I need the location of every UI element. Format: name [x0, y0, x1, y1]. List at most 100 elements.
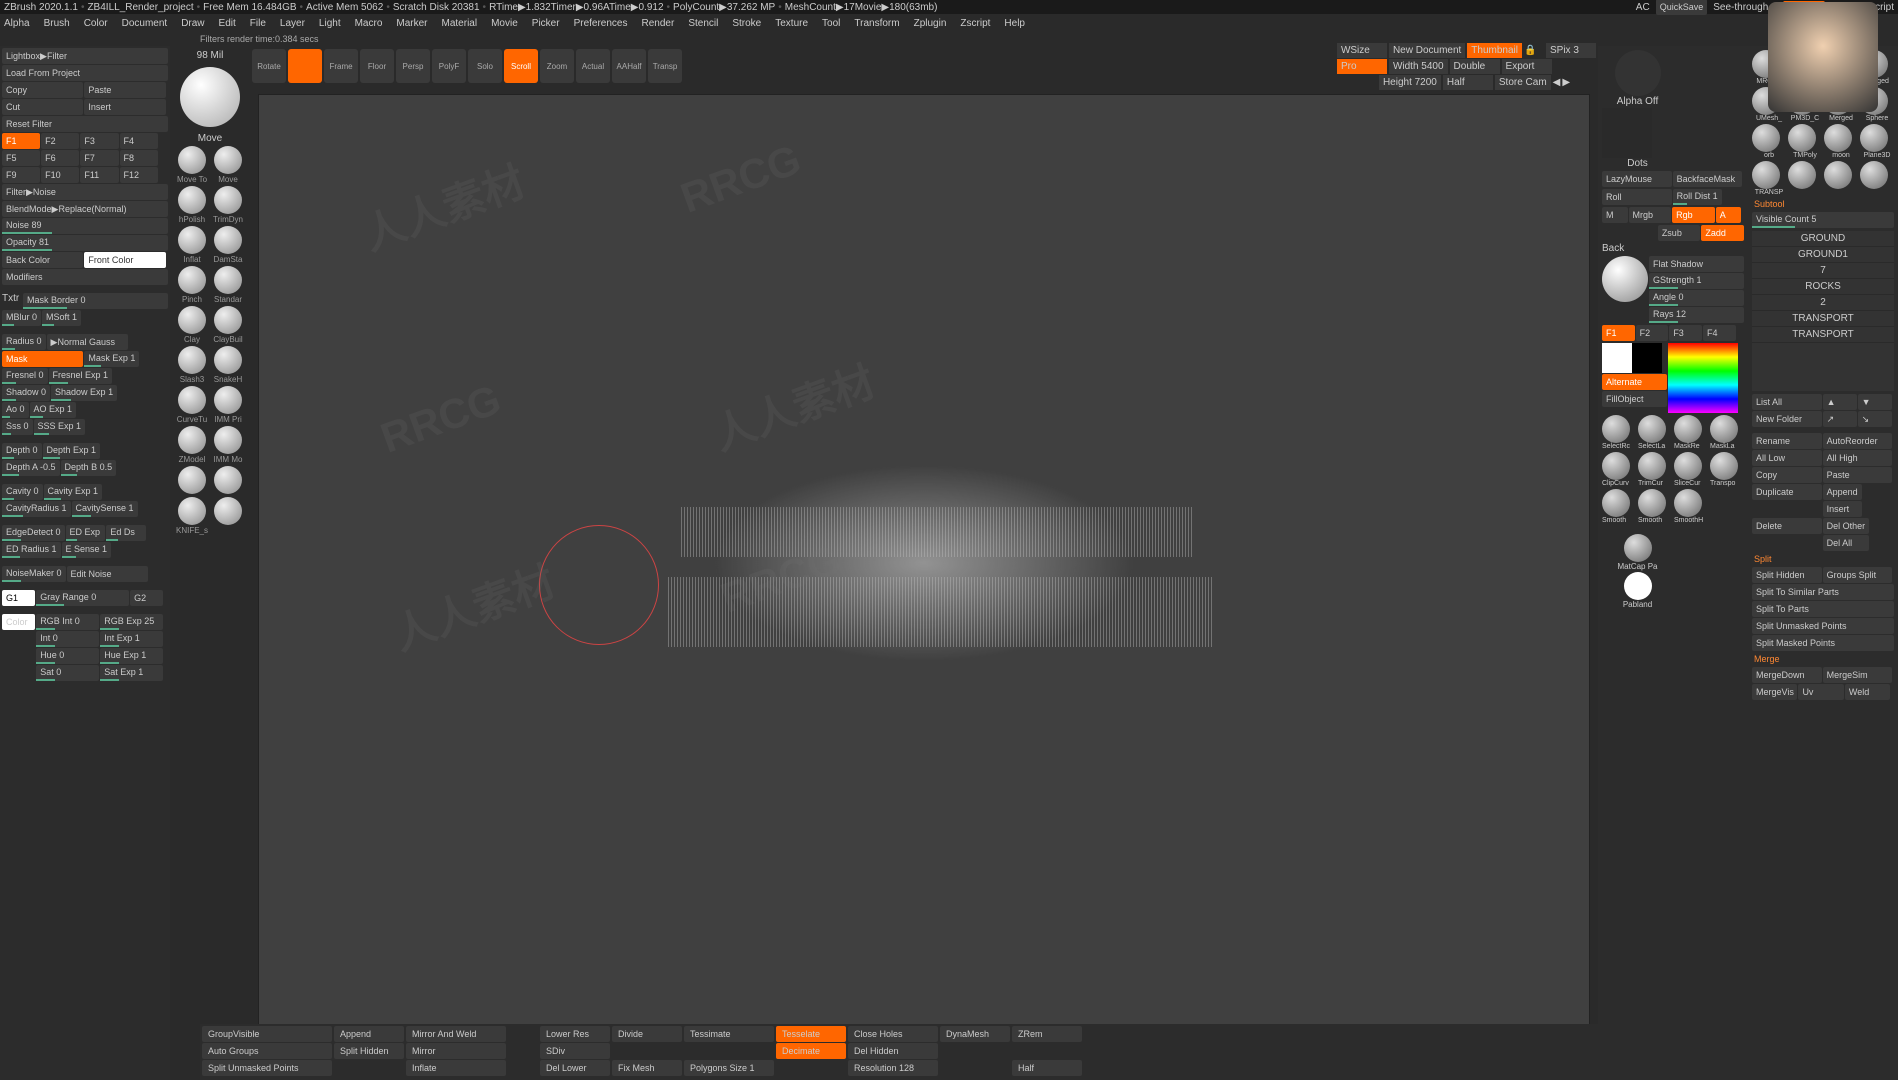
menu-zscript[interactable]: Zscript [960, 18, 990, 29]
prev-cam-icon[interactable]: ◀ [1553, 77, 1561, 88]
tool-draw[interactable] [288, 49, 322, 83]
load-project-button[interactable]: Load From Project [2, 65, 168, 81]
menu-file[interactable]: File [250, 18, 266, 29]
brush-Move[interactable]: Move [211, 146, 245, 184]
current-brush-preview[interactable] [180, 67, 240, 127]
brush-IMM Pri[interactable]: IMM Pri [211, 386, 245, 424]
menu-tool[interactable]: Tool [822, 18, 840, 29]
color-picker[interactable] [1668, 343, 1738, 413]
brush-Clay[interactable]: Clay [175, 306, 209, 344]
material-sphere[interactable] [1602, 256, 1648, 302]
fkey-f7[interactable]: F7 [80, 150, 118, 166]
left-filter-panel: Lightbox▶Filter Load From Project CopyPa… [0, 46, 170, 1080]
brush-empty[interactable] [175, 466, 209, 495]
brush-Standar[interactable]: Standar [211, 266, 245, 304]
project-name: ZB4ILL_Render_project [87, 2, 193, 13]
tool-rotate[interactable]: Rotate [252, 49, 286, 83]
subtool-item[interactable]: GROUND1 [1752, 247, 1894, 263]
menu-alpha[interactable]: Alpha [4, 18, 30, 29]
fkey-f5[interactable]: F5 [2, 150, 40, 166]
tool-transp[interactable]: Transp [648, 49, 682, 83]
subtool-item[interactable]: 2 [1752, 295, 1894, 311]
render-status: Filters render time:0.384 secs [0, 32, 1898, 46]
menu-render[interactable]: Render [642, 18, 675, 29]
bottom-toolbar: GroupVisible Auto Groups Split Unmasked … [200, 1024, 1598, 1080]
tool-aahalf[interactable]: AAHalf [612, 49, 646, 83]
menu-preferences[interactable]: Preferences [574, 18, 628, 29]
stroke-panel: Alpha OffDots LazyMouseBackfaceMask Roll… [1598, 46, 1748, 1080]
menu-brush[interactable]: Brush [44, 18, 70, 29]
menu-help[interactable]: Help [1004, 18, 1025, 29]
brush-Inflat[interactable]: Inflat [175, 226, 209, 264]
brush-Pinch[interactable]: Pinch [175, 266, 209, 304]
brush-cursor [539, 525, 659, 645]
tool-zoom[interactable]: Zoom [540, 49, 574, 83]
main-menubar: Alpha Brush Color Document Draw Edit File Layer… [0, 14, 1898, 32]
brush-hPolish[interactable]: hPolish [175, 186, 209, 224]
menu-edit[interactable]: Edit [219, 18, 236, 29]
fkey-f6[interactable]: F6 [41, 150, 79, 166]
subtool-panel: MRGBZMergedSphere3MergedUMesh_PM3D_CMerg… [1748, 46, 1898, 1080]
fkey-f11[interactable]: F11 [80, 167, 118, 183]
tool-solo[interactable]: Solo [468, 49, 502, 83]
subtool-item[interactable]: GROUND [1752, 231, 1894, 247]
menu-color[interactable]: Color [84, 18, 108, 29]
current-brush-name: Move [198, 133, 222, 144]
subtool-item[interactable]: 7 [1752, 263, 1894, 279]
fkey-f1[interactable]: F1 [2, 133, 40, 149]
brush-Slash3[interactable]: Slash3 [175, 346, 209, 384]
polycount-label: 98 Mil [197, 50, 224, 61]
menu-stencil[interactable]: Stencil [688, 18, 718, 29]
down-arrow-icon[interactable]: ▼ [1858, 394, 1892, 410]
fkey-f4[interactable]: F4 [120, 133, 158, 149]
brush-IMM Mo[interactable]: IMM Mo [211, 426, 245, 464]
menu-transform[interactable]: Transform [854, 18, 899, 29]
quicksave-button[interactable]: QuickSave [1656, 0, 1708, 15]
up-arrow-icon[interactable]: ▲ [1823, 394, 1857, 410]
brush-KNIFE_s[interactable]: KNIFE_s [175, 497, 209, 535]
top-status-bar: ZBrush 2020.1.1• ZB4ILL_Render_project• … [0, 0, 1898, 14]
subtool-item[interactable]: TRANSPORT [1752, 311, 1894, 327]
menu-movie[interactable]: Movie [491, 18, 518, 29]
menu-texture[interactable]: Texture [775, 18, 808, 29]
menu-stroke[interactable]: Stroke [732, 18, 761, 29]
fkey-f2[interactable]: F2 [41, 133, 79, 149]
subtool-list[interactable]: GROUNDGROUND17ROCKS2TRANSPORTTRANSPORT [1752, 231, 1894, 391]
brush-ClayBuil[interactable]: ClayBuil [211, 306, 245, 344]
tool-actual[interactable]: Actual [576, 49, 610, 83]
menu-layer[interactable]: Layer [280, 18, 305, 29]
brush-empty[interactable] [211, 466, 245, 495]
brush-SnakeH[interactable]: SnakeH [211, 346, 245, 384]
brush-TrimDyn[interactable]: TrimDyn [211, 186, 245, 224]
menu-document[interactable]: Document [122, 18, 168, 29]
menu-draw[interactable]: Draw [181, 18, 204, 29]
brush-DamSta[interactable]: DamSta [211, 226, 245, 264]
menu-material[interactable]: Material [442, 18, 478, 29]
viewport-canvas[interactable]: 人人素材 RRCG RRCG 人人素材 人人素材 RRCG [258, 94, 1590, 1072]
app-name: ZBrush 2020.1.1 [4, 2, 78, 13]
fkey-f10[interactable]: F10 [41, 167, 79, 183]
tool-persp[interactable]: Persp [396, 49, 430, 83]
menu-zplugin[interactable]: Zplugin [914, 18, 947, 29]
brush-empty[interactable] [211, 497, 245, 535]
lightbox-button[interactable]: Lightbox▶Filter [2, 48, 168, 64]
fkey-f8[interactable]: F8 [120, 150, 158, 166]
menu-marker[interactable]: Marker [396, 18, 427, 29]
fkey-f3[interactable]: F3 [80, 133, 118, 149]
tool-frame[interactable]: Frame [324, 49, 358, 83]
next-cam-icon[interactable]: ▶ [1562, 77, 1570, 88]
tool-polyf[interactable]: PolyF [432, 49, 466, 83]
brush-ZModel[interactable]: ZModel [175, 426, 209, 464]
subtool-item[interactable]: ROCKS [1752, 279, 1894, 295]
tool-scroll[interactable]: Scroll [504, 49, 538, 83]
fkey-f9[interactable]: F9 [2, 167, 40, 183]
tool-floor[interactable]: Floor [360, 49, 394, 83]
brush-Move To[interactable]: Move To [175, 146, 209, 184]
brush-CurveTu[interactable]: CurveTu [175, 386, 209, 424]
brush-palette: 98 Mil Move Move ToMovehPolishTrimDynInf… [170, 46, 250, 1080]
fkey-f12[interactable]: F12 [120, 167, 158, 183]
menu-picker[interactable]: Picker [532, 18, 560, 29]
menu-light[interactable]: Light [319, 18, 341, 29]
subtool-item[interactable]: TRANSPORT [1752, 327, 1894, 343]
menu-macro[interactable]: Macro [355, 18, 383, 29]
